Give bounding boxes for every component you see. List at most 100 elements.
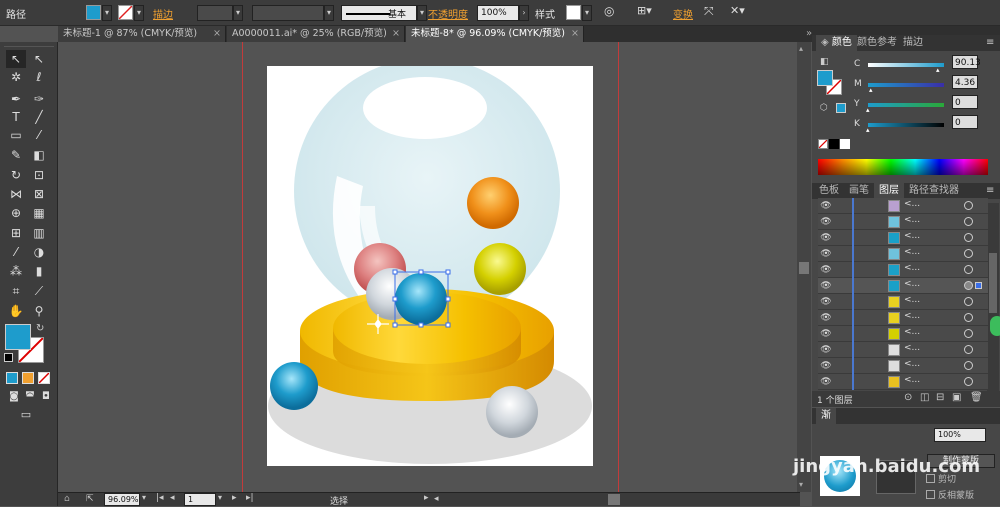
slider-value-m[interactable]: 4.36 bbox=[952, 75, 978, 89]
color-spectrum[interactable] bbox=[818, 159, 988, 175]
draw-inside-icon[interactable]: ◘ bbox=[36, 388, 56, 406]
black-swatch[interactable] bbox=[829, 139, 839, 149]
panel-menu-icon[interactable]: ≡ bbox=[986, 185, 994, 196]
target-circle-icon[interactable] bbox=[964, 217, 973, 226]
fill-color-box[interactable] bbox=[5, 324, 31, 350]
hscroll-left-icon[interactable]: ◂ bbox=[434, 494, 439, 504]
zoom-dropdown-icon[interactable]: ▾ bbox=[142, 493, 146, 502]
blend-tool-icon[interactable]: ◑ bbox=[29, 243, 49, 261]
color-mode-icon[interactable] bbox=[6, 372, 18, 384]
target-circle-icon[interactable] bbox=[964, 297, 973, 306]
scroll-down-icon[interactable]: ▾ bbox=[799, 480, 803, 489]
slice-tool-icon[interactable]: ⟋ bbox=[29, 282, 49, 300]
layers-scroll-thumb[interactable] bbox=[989, 253, 997, 313]
zoom-tool-icon[interactable]: ⚲ bbox=[29, 302, 49, 320]
target-circle-icon[interactable] bbox=[964, 265, 973, 274]
previous-artboard-icon[interactable]: ◂ bbox=[170, 493, 175, 503]
visibility-eye-icon[interactable]: 👁 bbox=[820, 265, 832, 275]
selection-indicator[interactable] bbox=[975, 282, 982, 289]
next-artboard-icon[interactable]: ▸ bbox=[232, 493, 237, 503]
scale-tool-icon[interactable]: ⊡ bbox=[29, 166, 49, 184]
white-swatch[interactable] bbox=[840, 139, 850, 149]
visibility-eye-icon[interactable]: 👁 bbox=[820, 313, 832, 323]
fill-swatch[interactable] bbox=[86, 5, 101, 20]
style-arrow[interactable]: ▾ bbox=[582, 5, 592, 21]
eyedropper-tool-icon[interactable]: ⁄ bbox=[6, 243, 26, 261]
stroke-weight-field[interactable] bbox=[197, 5, 233, 21]
gradient-mode-icon[interactable] bbox=[22, 372, 34, 384]
variable-width-arrow[interactable]: ▾ bbox=[324, 5, 334, 21]
swap-colors-icon[interactable]: ↻ bbox=[36, 323, 44, 334]
isolate-icon[interactable]: ⤧ bbox=[704, 4, 720, 20]
target-circle-icon[interactable] bbox=[964, 329, 973, 338]
direct-selection-tool-icon[interactable]: ↖ bbox=[29, 50, 49, 68]
stroke-swatch[interactable] bbox=[118, 5, 133, 20]
visibility-eye-icon[interactable]: 👁 bbox=[820, 201, 832, 211]
column-graph-tool-icon[interactable]: ▮ bbox=[29, 262, 49, 280]
close-icon[interactable]: × bbox=[392, 26, 400, 42]
slider-track-y[interactable] bbox=[868, 103, 944, 107]
layer-row[interactable]: 👁 <... bbox=[818, 230, 988, 246]
locate-object-icon[interactable]: ⊙ bbox=[904, 392, 912, 403]
tab-transparency[interactable]: 渐 bbox=[816, 408, 836, 424]
style-swatch[interactable] bbox=[566, 5, 581, 20]
tab-color-guide[interactable]: 颜色参考 bbox=[852, 35, 902, 51]
first-artboard-icon[interactable]: |◂ bbox=[156, 493, 164, 503]
artboard-tool-icon[interactable]: ⌗ bbox=[6, 282, 26, 300]
layer-row[interactable]: 👁 <... bbox=[818, 246, 988, 262]
layer-row[interactable]: 👁 <... bbox=[818, 358, 988, 374]
layer-row[interactable]: 👁 <... bbox=[818, 214, 988, 230]
width-tool-icon[interactable]: ⋈ bbox=[6, 185, 26, 203]
brush-style-arrow[interactable]: ▾ bbox=[417, 5, 427, 21]
slider-track-k[interactable] bbox=[868, 123, 944, 127]
visibility-eye-icon[interactable]: 👁 bbox=[820, 249, 832, 259]
invert-mask-checkbox[interactable] bbox=[926, 490, 935, 499]
tab-doc-1[interactable]: 未标题-1 @ 87% (CMYK/预览) × bbox=[58, 26, 226, 42]
color-fill-box[interactable] bbox=[817, 70, 833, 86]
screen-mode-icon[interactable]: ▭ bbox=[16, 406, 36, 424]
selection-tool-icon[interactable]: ↖ bbox=[6, 50, 26, 68]
artboard-dropdown-icon[interactable]: ▾ bbox=[218, 493, 222, 502]
slider-thumb-c[interactable]: ▴ bbox=[936, 66, 940, 74]
layer-row[interactable]: 👁 <... bbox=[818, 262, 988, 278]
opacity-field[interactable]: 100% bbox=[477, 5, 519, 21]
transparency-opacity-field[interactable]: 100% bbox=[934, 428, 986, 442]
scroll-up-icon[interactable]: ▴ bbox=[799, 44, 803, 53]
type-tool-icon[interactable]: T bbox=[6, 108, 26, 126]
select-similar-icon[interactable]: ✕▾ bbox=[730, 4, 754, 20]
shape-builder-tool-icon[interactable]: ⊕ bbox=[6, 204, 26, 222]
tab-pathfinder[interactable]: 路径查找器 bbox=[904, 183, 964, 199]
tab-brushes[interactable]: 画笔 bbox=[844, 183, 874, 199]
zoom-field[interactable]: 96.09% bbox=[104, 493, 140, 506]
layers-scrollbar[interactable] bbox=[987, 203, 999, 391]
toolbar-grip[interactable] bbox=[4, 42, 54, 47]
mesh-tool-icon[interactable]: ⊞ bbox=[6, 224, 26, 242]
vertical-scrollbar[interactable]: ▴ ▾ bbox=[797, 42, 811, 492]
target-circle-icon[interactable] bbox=[964, 361, 973, 370]
paintbrush-tool-icon[interactable]: ⁄ bbox=[29, 126, 49, 144]
rotate-tool-icon[interactable]: ↻ bbox=[6, 166, 26, 184]
target-circle-icon[interactable] bbox=[964, 313, 973, 322]
visibility-eye-icon[interactable]: 👁 bbox=[820, 297, 832, 307]
target-circle-icon[interactable] bbox=[964, 345, 973, 354]
new-layer-icon[interactable]: ▣ bbox=[952, 392, 961, 403]
panel-menu-icon[interactable]: ≡ bbox=[986, 37, 994, 48]
visibility-eye-icon[interactable]: 👁 bbox=[820, 329, 832, 339]
visibility-eye-icon[interactable]: 👁 bbox=[820, 361, 832, 371]
out-of-gamut-icon[interactable]: ⬡ bbox=[820, 103, 828, 113]
symbol-sprayer-tool-icon[interactable]: ⁂ bbox=[6, 262, 26, 280]
layer-row[interactable]: 👁 <... bbox=[818, 310, 988, 326]
fill-dropdown-arrow[interactable]: ▾ bbox=[102, 5, 112, 21]
artboard[interactable] bbox=[267, 58, 593, 466]
slider-value-c[interactable]: 90.13 bbox=[952, 55, 981, 69]
tab-stroke[interactable]: 描边 bbox=[898, 35, 928, 51]
slider-value-k[interactable]: 0 bbox=[952, 115, 978, 129]
magic-wand-tool-icon[interactable]: ✲ bbox=[6, 68, 26, 86]
tab-doc-3[interactable]: 未标题-8* @ 96.09% (CMYK/预览) × bbox=[406, 26, 584, 42]
make-clipping-mask-icon[interactable]: ◫ bbox=[920, 392, 929, 403]
hand-tool-icon[interactable]: ✋ bbox=[6, 302, 26, 320]
perspective-grid-tool-icon[interactable]: ▦ bbox=[29, 204, 49, 222]
artboard-number-field[interactable]: 1 bbox=[184, 493, 216, 506]
default-colors-icon[interactable]: ◧ bbox=[820, 57, 829, 67]
slider-thumb-m[interactable]: ▴ bbox=[869, 86, 873, 94]
